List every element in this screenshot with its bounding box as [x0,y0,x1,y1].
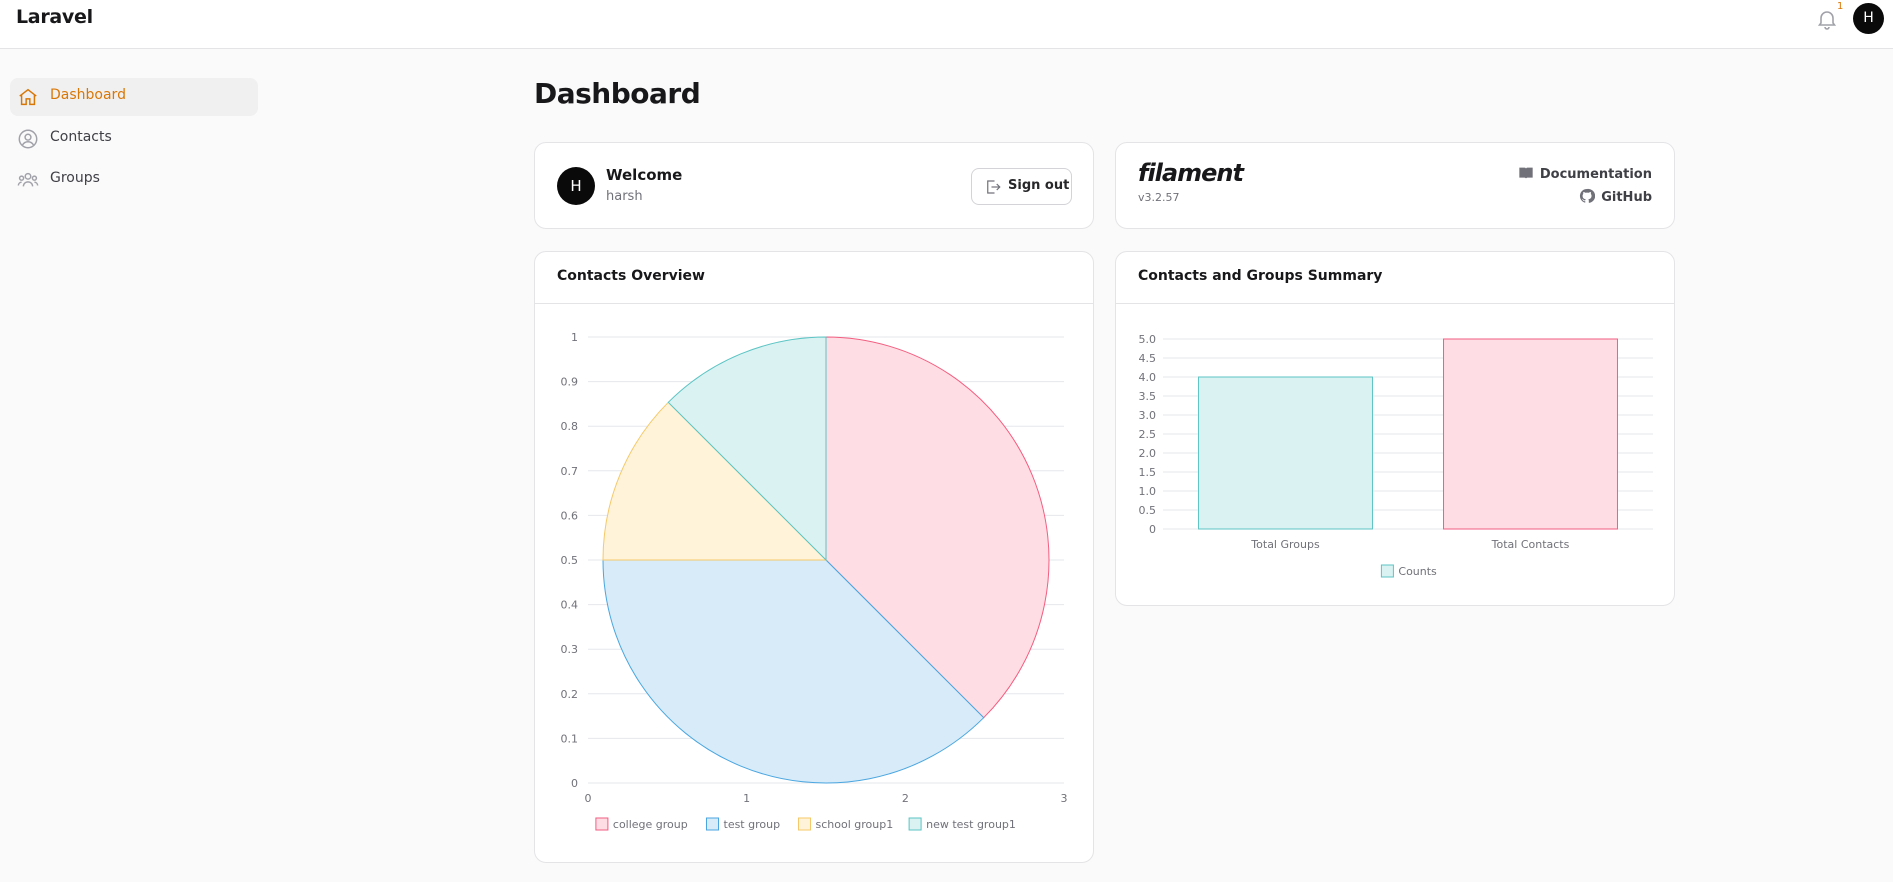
sidebar-item-groups[interactable]: Groups [10,161,258,199]
brand-logo[interactable]: Laravel [16,6,93,28]
github-label: GitHub [1601,190,1652,205]
legend-label: new test group1 [926,818,1016,831]
welcome-title: Welcome [606,166,683,184]
legend-swatch [908,817,922,831]
bell-icon[interactable] [1815,7,1839,31]
y-tick-label: 2.5 [1139,428,1157,441]
y-tick-label: 0.2 [561,688,579,701]
y-tick-label: 1.5 [1139,466,1157,479]
y-tick-label: 0 [1149,523,1156,536]
documentation-link[interactable]: Documentation [1518,165,1652,183]
username: harsh [606,189,643,204]
sidebar-item-dashboard[interactable]: Dashboard [10,78,258,116]
x-tick-label: 0 [585,792,592,805]
sign-out-label: Sign out [1008,178,1070,193]
y-tick-label: 4.5 [1139,352,1157,365]
y-tick-label: 5.0 [1139,333,1157,346]
card-title: Contacts and Groups Summary [1138,268,1383,284]
y-tick-label: 2.0 [1139,447,1157,460]
card-header: Contacts and Groups Summary [1116,252,1674,304]
filament-info-card: filament v3.2.57 Documentation GitHub [1115,142,1675,229]
sidebar-item-label: Groups [50,170,100,186]
legend-label: school group1 [816,818,894,831]
filament-logo[interactable]: filament [1138,159,1244,187]
y-tick-label: 0 [571,777,578,790]
sidebar-item-label: Dashboard [50,87,126,103]
top-bar: Laravel 1 H [0,0,1893,49]
y-tick-label: 0.1 [561,732,579,745]
page-title: Dashboard [534,77,701,110]
y-tick-label: 0.3 [561,643,579,656]
sign-out-icon [987,180,1001,194]
bar-chart: 0 0.5 1.0 1.5 2.0 2.5 3.0 3.5 4.0 4.5 5.0 Total Gro… [1139,333,1653,578]
card-title: Contacts Overview [557,268,705,284]
github-icon [1580,188,1596,203]
user-circle-icon [18,129,38,149]
y-tick-label: 0.5 [1139,504,1157,517]
legend-label: college group [613,818,688,831]
version-label: v3.2.57 [1138,191,1180,204]
sidebar: Dashboard Contacts Groups [0,49,270,882]
github-link[interactable]: GitHub [1579,188,1652,206]
y-tick-label: 0.6 [561,509,579,522]
documentation-label: Documentation [1539,167,1652,182]
x-tick-label: Total Groups [1250,538,1320,551]
y-tick-label: 0.5 [561,554,579,567]
y-tick-label: 1.0 [1139,485,1157,498]
legend-label: Counts [1398,565,1437,578]
sidebar-item-contacts[interactable]: Contacts [10,120,258,158]
legend-swatch [706,817,719,831]
pie-chart: 0 0.1 0.2 0.3 0.4 0.5 0.6 0.7 0.8 0.9 1 0 1 2 3 college… [561,331,1068,831]
legend-label: test group [724,818,781,831]
x-tick-label: 2 [902,792,909,805]
y-tick-label: 0.7 [561,465,579,478]
home-icon [19,88,37,106]
contacts-groups-summary-card: Contacts and Groups Summary 0 0.5 1.0 1.5 2.… [1115,251,1675,606]
contacts-overview-card: Contacts Overview 0 0.1 0.2 0.3 0.4 0.5 0.6 0.7… [534,251,1094,863]
y-tick-label: 0.4 [561,599,579,612]
user-group-icon [17,172,39,187]
user-avatar[interactable]: H [1853,3,1884,34]
y-tick-label: 3.5 [1139,390,1157,403]
bar-Total-Contacts [1443,338,1618,530]
bar-Total-Groups [1198,376,1373,530]
y-tick-label: 0.9 [561,376,579,389]
card-header: Contacts Overview [535,252,1093,304]
sign-out-button[interactable]: Sign out [971,168,1072,205]
legend-swatch [798,817,811,831]
legend-swatch [1380,564,1394,578]
welcome-card: H Welcome harsh Sign out [534,142,1094,229]
y-tick-label: 4.0 [1139,371,1157,384]
book-icon [1519,167,1533,179]
y-tick-label: 0.8 [561,420,579,433]
notification-badge: 1 [1837,1,1844,12]
avatar: H [557,167,595,205]
y-tick-label: 1 [571,331,578,344]
x-tick-label: Total Contacts [1491,538,1570,551]
legend-swatch [595,817,609,831]
x-tick-label: 3 [1061,792,1068,805]
y-tick-label: 3.0 [1139,409,1157,422]
x-tick-label: 1 [743,792,750,805]
sidebar-item-label: Contacts [50,129,112,145]
